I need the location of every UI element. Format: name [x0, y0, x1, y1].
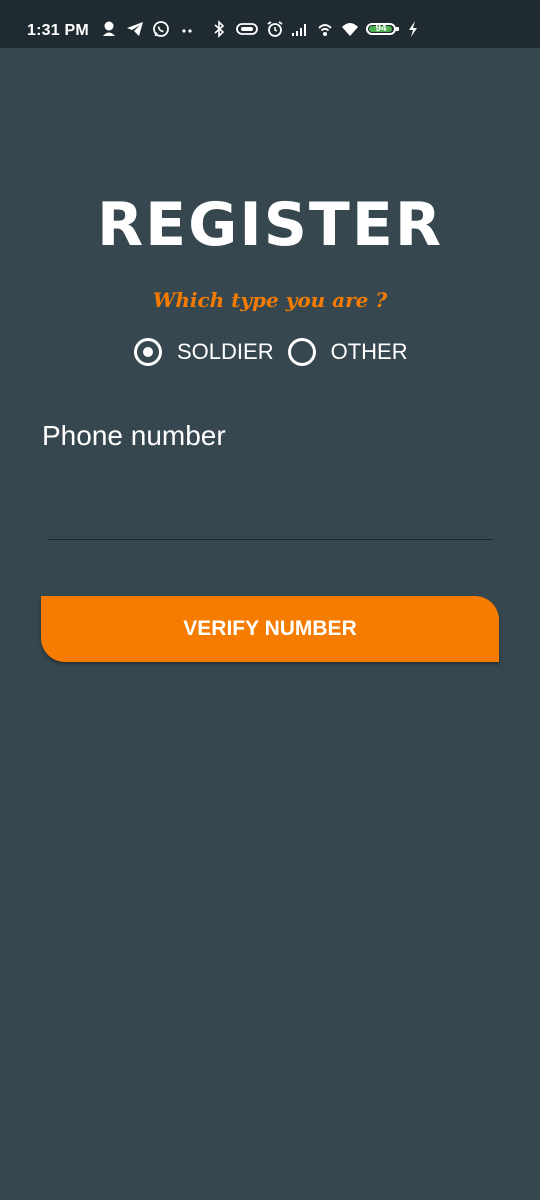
- phone-number-input[interactable]: [47, 470, 493, 540]
- notification-icons: [100, 20, 196, 38]
- user-type-prompt: Which type you are ?: [152, 288, 388, 312]
- charging-icon: [409, 21, 417, 37]
- phone-number-label: Phone number: [42, 420, 226, 451]
- radio-option-soldier[interactable]: SOLDIER: [134, 338, 288, 366]
- hotspot-icon: [318, 24, 332, 36]
- status-bar: 1:31 PM 94: [0, 0, 540, 48]
- wifi-icon: [342, 23, 358, 36]
- battery-icon: 94: [366, 21, 400, 37]
- alarm-icon: [267, 21, 283, 37]
- more-dots-icon: [182, 29, 192, 33]
- telegram-icon: [127, 22, 143, 36]
- system-icons: 94: [210, 20, 419, 38]
- page-title: REGISTER: [96, 190, 444, 260]
- radio-other-circle[interactable]: [287, 338, 316, 366]
- radio-option-other[interactable]: OTHER: [287, 338, 422, 366]
- status-time: 1:31 PM: [27, 22, 89, 39]
- radio-other-label[interactable]: OTHER: [331, 339, 408, 365]
- vibrate-icon: [236, 23, 258, 35]
- signal-icon: [292, 24, 306, 36]
- radio-soldier-label[interactable]: SOLDIER: [177, 339, 274, 365]
- bluetooth-icon: [214, 20, 225, 38]
- user-type-radio-group: SOLDIER OTHER: [134, 338, 422, 366]
- user-icon: [103, 21, 115, 36]
- verify-number-button[interactable]: VERIFY NUMBER: [41, 596, 499, 662]
- radio-soldier-circle[interactable]: [134, 338, 162, 366]
- battery-level: 94: [375, 23, 387, 34]
- whatsapp-icon: [153, 21, 169, 37]
